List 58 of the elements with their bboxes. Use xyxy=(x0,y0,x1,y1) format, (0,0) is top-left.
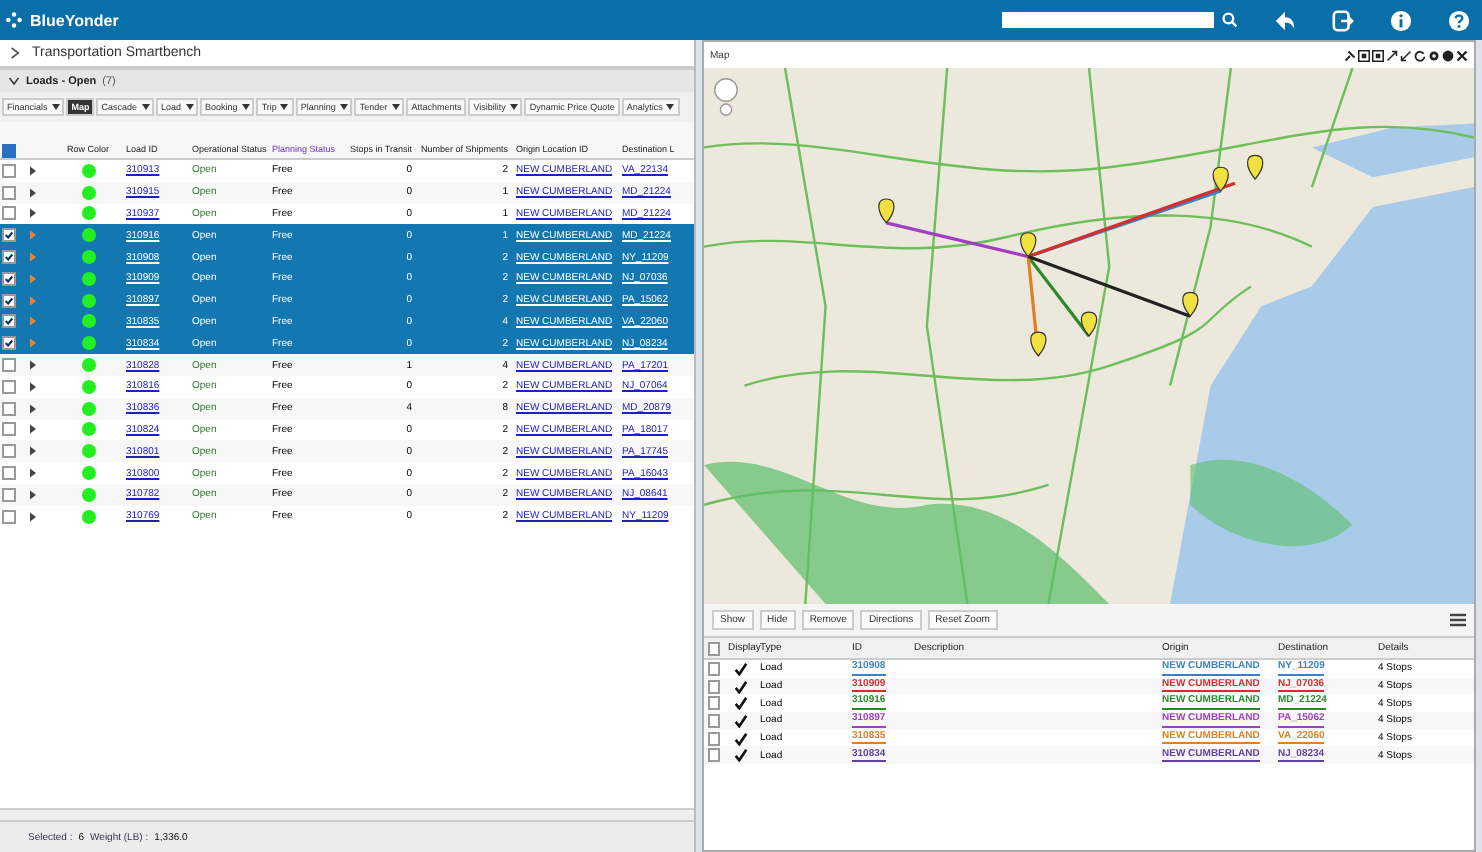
caret-icon xyxy=(241,104,250,110)
row-checkbox[interactable] xyxy=(2,271,16,286)
refresh-icon[interactable] xyxy=(1414,49,1426,61)
row-checkbox[interactable] xyxy=(708,748,720,763)
checkmark-icon[interactable] xyxy=(733,748,747,763)
row-checkbox[interactable] xyxy=(2,228,16,243)
caret-icon xyxy=(339,104,348,110)
chevron-icon[interactable] xyxy=(8,76,20,86)
row-checkbox[interactable] xyxy=(708,696,720,711)
back-arrow-icon[interactable] xyxy=(1274,9,1296,31)
row-checkbox[interactable] xyxy=(2,163,16,178)
search-field[interactable] xyxy=(1002,12,1214,28)
row-checkbox[interactable] xyxy=(708,713,720,728)
row-checkbox[interactable] xyxy=(2,250,16,265)
checkmark-icon[interactable] xyxy=(733,731,747,746)
info-icon[interactable] xyxy=(1390,9,1412,31)
row-checkbox[interactable] xyxy=(2,509,16,524)
row-checkbox[interactable] xyxy=(2,336,16,351)
row-checkbox[interactable] xyxy=(2,314,16,329)
caret-icon xyxy=(666,104,675,110)
caret-icon xyxy=(280,104,289,110)
search-icon[interactable] xyxy=(1222,12,1238,28)
expand-icon[interactable] xyxy=(1386,49,1398,61)
caret-icon xyxy=(51,104,60,110)
checkmark-icon[interactable] xyxy=(733,696,747,711)
horizontal-scrollbar[interactable] xyxy=(0,808,694,820)
row-checkbox[interactable] xyxy=(2,379,16,394)
select-all-checkbox[interactable] xyxy=(2,144,16,158)
checkmark-icon[interactable] xyxy=(733,713,747,728)
close-icon[interactable] xyxy=(1456,49,1468,61)
checkmark-icon[interactable] xyxy=(733,679,747,694)
chevron-icon[interactable] xyxy=(10,46,20,60)
row-checkbox[interactable] xyxy=(2,185,16,200)
logo-icon xyxy=(6,12,22,28)
expand-icon[interactable] xyxy=(1400,49,1412,61)
caret-icon xyxy=(391,104,400,110)
window-icon[interactable] xyxy=(1358,49,1370,61)
row-checkbox[interactable] xyxy=(2,358,16,373)
row-checkbox[interactable] xyxy=(2,422,16,437)
checkmark-icon[interactable] xyxy=(733,661,747,676)
row-checkbox[interactable] xyxy=(2,487,16,502)
window-icon[interactable] xyxy=(1372,49,1384,61)
row-checkbox[interactable] xyxy=(708,679,720,694)
caret-icon xyxy=(141,104,150,110)
exit-icon[interactable] xyxy=(1332,9,1354,31)
menu-icon[interactable] xyxy=(1450,612,1466,628)
row-checkbox[interactable] xyxy=(708,661,720,676)
caret-icon xyxy=(185,104,194,110)
row-checkbox[interactable] xyxy=(2,293,16,308)
select-all-checkbox[interactable] xyxy=(708,641,720,655)
row-checkbox[interactable] xyxy=(708,731,720,746)
row-checkbox[interactable] xyxy=(2,206,16,221)
caret-icon xyxy=(509,104,518,110)
row-checkbox[interactable] xyxy=(2,401,16,416)
map-pan-control-icon[interactable] xyxy=(712,76,740,118)
row-checkbox[interactable] xyxy=(2,466,16,481)
brand-name: BlueYonder xyxy=(30,11,119,29)
row-checkbox[interactable] xyxy=(2,444,16,459)
